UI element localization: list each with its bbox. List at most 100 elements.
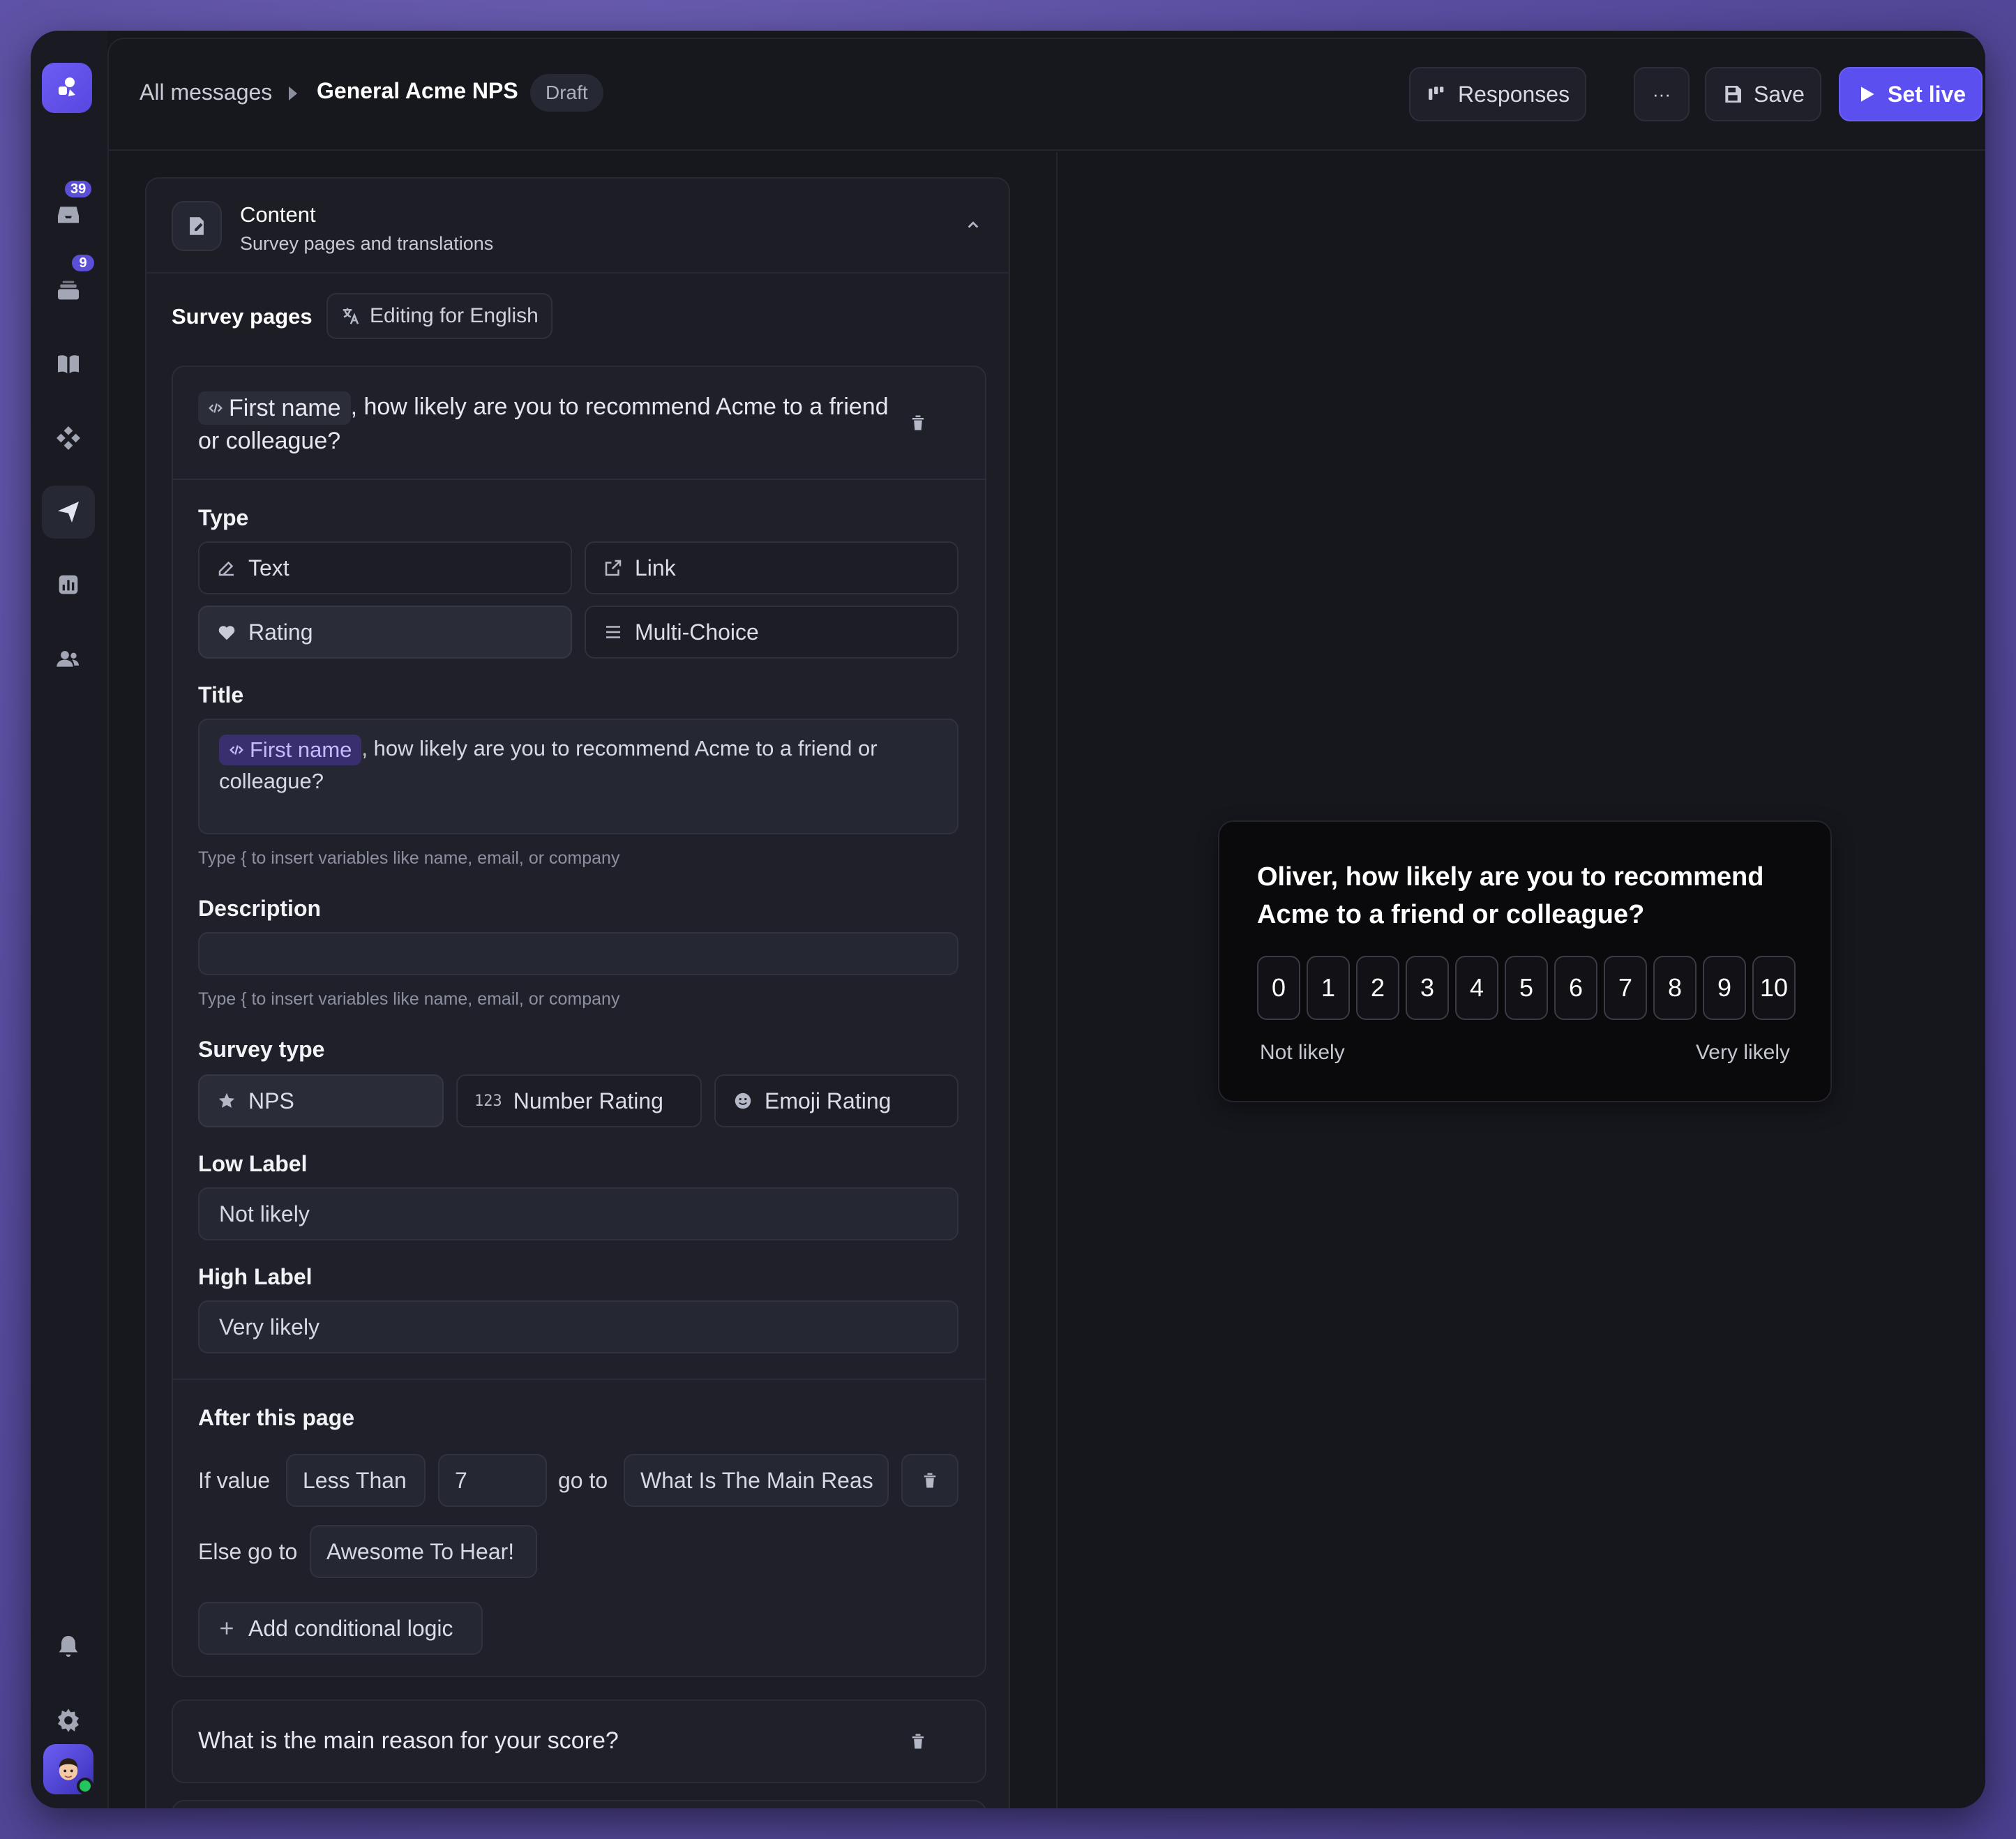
more-button[interactable]: ··· (1634, 67, 1690, 121)
responses-button[interactable]: Responses (1409, 67, 1587, 121)
save-label: Save (1754, 81, 1805, 107)
type-option-rating-label: Rating (248, 619, 313, 645)
title-label: Title (198, 682, 244, 707)
save-button[interactable]: Save (1705, 67, 1821, 121)
nps-option-0[interactable]: 0 (1257, 956, 1300, 1020)
numbers-icon: 123 (474, 1092, 502, 1110)
play-icon (1861, 87, 1874, 102)
messages-icon[interactable] (42, 486, 95, 539)
bell-icon[interactable] (42, 1620, 95, 1673)
language-selector[interactable]: Editing for English (326, 293, 552, 339)
nps-option-1[interactable]: 1 (1307, 956, 1350, 1020)
nps-option-4[interactable]: 4 (1455, 956, 1498, 1020)
survey-type-number-rating-label: Number Rating (513, 1088, 663, 1113)
tickets-badge: 9 (70, 253, 96, 273)
code-icon (230, 744, 243, 755)
add-conditional-logic-button[interactable]: Add conditional logic (198, 1602, 483, 1655)
variable-chip: First name (198, 391, 351, 426)
content-title: Content (240, 202, 316, 227)
translate-icon (343, 308, 359, 324)
title-variable-chip: First name (219, 734, 362, 765)
rule-operator-select[interactable]: Less Than (286, 1454, 426, 1507)
delete-page-button[interactable] (904, 409, 932, 437)
heart-icon (218, 626, 235, 640)
app-window: 39 9 All messages General Acme NPS Draft… (31, 31, 1985, 1808)
gear-icon[interactable] (42, 1694, 95, 1747)
type-label: Type (198, 505, 249, 530)
survey-type-emoji-rating-label: Emoji Rating (765, 1088, 892, 1113)
survey-page-card[interactable]: What is the main reason for your score? (172, 1699, 986, 1783)
nps-scale: 0 1 2 3 4 5 6 7 8 9 10 (1257, 956, 1796, 1020)
nps-option-5[interactable]: 5 (1505, 956, 1548, 1020)
book-icon[interactable] (42, 338, 95, 391)
star-icon (218, 1093, 235, 1108)
nps-option-9[interactable]: 9 (1703, 956, 1746, 1020)
responses-label: Responses (1458, 81, 1570, 107)
nps-option-6[interactable]: 6 (1554, 956, 1597, 1020)
survey-page-card[interactable] (172, 1800, 986, 1808)
editor-panel: Content Survey pages and translations Su… (109, 152, 1058, 1808)
integrations-icon[interactable] (42, 412, 95, 465)
set-live-button[interactable]: Set live (1839, 67, 1983, 121)
page-question-text: First name , how likely are you to recom… (198, 391, 896, 457)
preview-question: Oliver, how likely are you to recommend … (1257, 862, 1764, 929)
rule-value-input[interactable]: 7 (438, 1454, 547, 1507)
delete-rule-button[interactable] (901, 1454, 958, 1507)
chevron-up-icon[interactable] (965, 218, 981, 233)
low-label-input[interactable]: Not likely (198, 1187, 958, 1240)
reports-icon[interactable] (42, 558, 95, 611)
type-option-text[interactable]: Text (198, 541, 572, 594)
more-icon: ··· (1653, 83, 1671, 105)
else-target-select[interactable]: Awesome To Hear! (310, 1525, 537, 1578)
type-option-rating[interactable]: Rating (198, 606, 572, 659)
online-status-dot (77, 1778, 93, 1794)
nps-option-7[interactable]: 7 (1604, 956, 1647, 1020)
nps-option-3[interactable]: 3 (1406, 956, 1449, 1020)
language-label: Editing for English (370, 304, 539, 327)
breadcrumb-all-messages[interactable]: All messages (140, 80, 272, 105)
else-label: Else go to (198, 1539, 298, 1564)
set-live-label: Set live (1888, 81, 1966, 107)
nps-option-8[interactable]: 8 (1653, 956, 1697, 1020)
survey-page-card: First name , how likely are you to recom… (172, 366, 986, 1677)
title-hint: Type { to insert variables like name, em… (198, 848, 620, 868)
type-option-link[interactable]: Link (585, 541, 958, 594)
external-link-icon (605, 560, 622, 576)
section-divider (173, 1379, 985, 1380)
plus-icon (220, 1622, 233, 1635)
type-option-link-label: Link (635, 555, 676, 580)
rule-if-label: If value (198, 1468, 271, 1493)
nps-option-2[interactable]: 2 (1356, 956, 1399, 1020)
logo-icon[interactable] (42, 63, 92, 113)
top-bar: All messages General Acme NPS Draft Resp… (109, 39, 1985, 151)
rule-target-select[interactable]: What Is The Main Reas (624, 1454, 889, 1507)
breadcrumb-caret-icon (289, 87, 297, 100)
variable-chip-label: First name (229, 395, 341, 422)
high-label-input[interactable]: Very likely (198, 1300, 958, 1353)
description-field[interactable] (198, 932, 958, 975)
survey-type-number-rating[interactable]: 123 Number Rating (456, 1074, 702, 1127)
survey-type-label: Survey type (198, 1037, 325, 1062)
add-conditional-logic-label: Add conditional logic (248, 1615, 453, 1641)
contacts-icon[interactable] (42, 632, 95, 685)
type-option-multi-choice[interactable]: Multi-Choice (585, 606, 958, 659)
content-section-header[interactable]: Content Survey pages and translations (146, 179, 1009, 273)
survey-type-emoji-rating[interactable]: Emoji Rating (714, 1074, 958, 1127)
survey-page-header[interactable]: First name , how likely are you to recom… (173, 367, 985, 480)
preview-panel: Oliver, how likely are you to recommend … (1059, 152, 1985, 1808)
edit-document-icon (172, 201, 222, 251)
survey-type-nps[interactable]: NPS (198, 1074, 444, 1127)
preview-high-label: Very likely (1695, 1041, 1790, 1064)
content-card: Content Survey pages and translations Su… (145, 177, 1010, 1808)
edit-icon (218, 561, 234, 576)
after-this-page-label: After this page (198, 1405, 355, 1430)
rule-goto-label: go to (558, 1468, 608, 1493)
left-rail: 39 9 (31, 31, 107, 1808)
nps-option-10[interactable]: 10 (1752, 956, 1796, 1020)
trash-icon (912, 415, 924, 430)
type-option-text-label: Text (248, 555, 289, 580)
description-label: Description (198, 896, 322, 921)
content-subtitle: Survey pages and translations (240, 233, 494, 254)
title-field[interactable]: First name , how likely are you to recom… (198, 719, 958, 834)
delete-page-button[interactable] (904, 1727, 932, 1755)
